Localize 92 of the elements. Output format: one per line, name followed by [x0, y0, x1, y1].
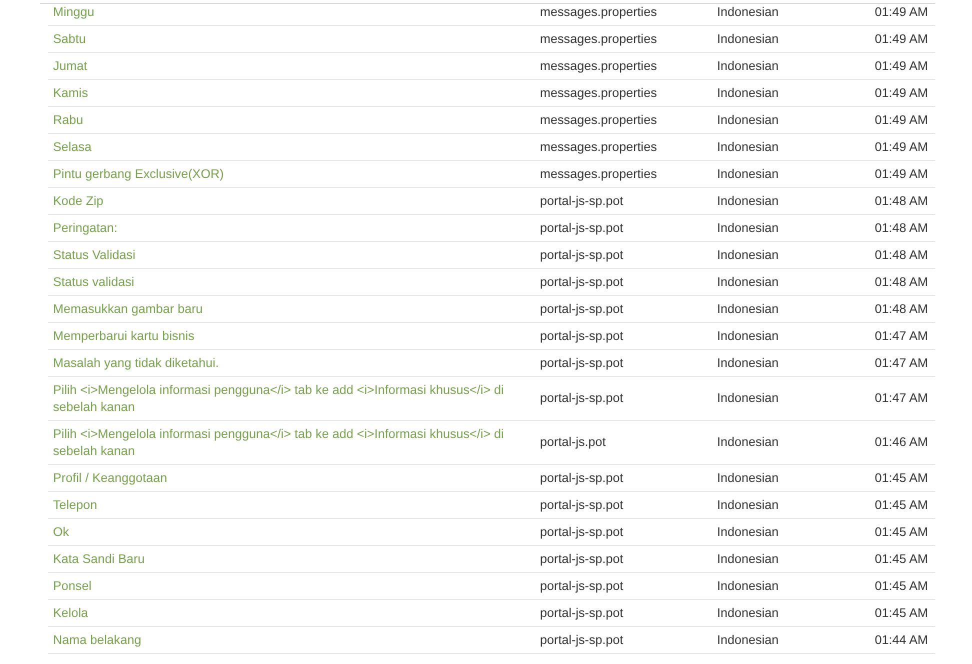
language-name: Indonesian — [716, 4, 780, 20]
string-link[interactable]: Status validasi — [48, 269, 535, 295]
file-name: portal-js-sp.pot — [539, 390, 624, 407]
time-label: 01:45 AM — [874, 470, 929, 486]
language-name: Indonesian — [716, 632, 780, 648]
string-link[interactable]: Kode Zip — [48, 188, 535, 214]
file-name: portal-js-sp.pot — [539, 274, 624, 291]
file-name: portal-js-sp.pot — [539, 246, 624, 264]
time-label: 01:49 AM — [874, 58, 929, 74]
language-name: Indonesian — [716, 390, 780, 407]
file-name: messages.properties — [539, 4, 658, 21]
language-name: Indonesian — [716, 112, 780, 128]
time-label: 01:49 AM — [874, 4, 929, 20]
time-label: 01:48 AM — [874, 192, 929, 210]
language-name: Indonesian — [716, 354, 780, 372]
file-name: messages.properties — [539, 138, 658, 156]
file-name: messages.properties — [539, 84, 658, 102]
string-link[interactable]: Profil / Keanggotaan — [48, 465, 535, 491]
file-name: portal-js-sp.pot — [539, 524, 624, 541]
string-link[interactable]: Rabu — [48, 107, 535, 133]
language-name: Indonesian — [716, 246, 780, 264]
string-link[interactable]: Pilih <i>Mengelola informasi pengguna</i> tab ke add <i>Informasi khusus</i> di sebelah kanan — [48, 421, 535, 464]
string-link[interactable]: Ponsel — [48, 573, 535, 599]
file-name: portal-js-sp.pot — [539, 578, 624, 595]
string-link[interactable]: Memperbarui kartu bisnis — [48, 323, 535, 349]
language-name: Indonesian — [716, 84, 780, 102]
language-name: Indonesian — [716, 274, 780, 290]
language-name: Indonesian — [716, 604, 780, 622]
string-link[interactable]: Jumat — [48, 53, 535, 79]
file-name: portal-js-sp.pot — [539, 604, 624, 622]
string-link[interactable]: Status Validasi — [48, 242, 535, 268]
file-name: portal-js-sp.pot — [539, 550, 624, 568]
time-label: 01:45 AM — [874, 578, 929, 594]
language-name: Indonesian — [716, 138, 780, 156]
string-link[interactable]: Minggu — [48, 0, 535, 25]
language-name: Indonesian — [716, 328, 780, 344]
time-label: 01:45 AM — [874, 604, 929, 622]
time-label: 01:48 AM — [874, 220, 929, 236]
time-label: 01:45 AM — [874, 524, 929, 540]
time-label: 01:48 AM — [874, 274, 929, 290]
language-name: Indonesian — [716, 524, 780, 540]
string-link[interactable]: Nama belakang — [48, 627, 535, 653]
string-link[interactable]: Kata Sandi Baru — [48, 546, 535, 572]
time-label: 01:48 AM — [874, 246, 929, 264]
time-label: 01:49 AM — [874, 138, 929, 156]
language-name: Indonesian — [716, 578, 780, 594]
language-name: Indonesian — [716, 550, 780, 568]
time-label: 01:49 AM — [874, 84, 929, 102]
string-link[interactable]: Memasukkan gambar baru — [48, 296, 535, 322]
string-link[interactable]: Pintu gerbang Exclusive(XOR) — [48, 161, 535, 187]
string-link[interactable]: Kelola — [48, 600, 535, 626]
language-name: Indonesian — [716, 30, 780, 48]
file-name: messages.properties — [539, 112, 658, 129]
string-link[interactable]: Ok — [48, 519, 535, 545]
time-label: 01:47 AM — [874, 354, 929, 372]
file-name: messages.properties — [539, 58, 658, 75]
language-name: Indonesian — [716, 496, 780, 514]
time-label: 01:49 AM — [874, 166, 929, 182]
file-name: portal-js-sp.pot — [539, 632, 624, 649]
file-name: messages.properties — [539, 166, 658, 183]
language-name: Indonesian — [716, 300, 780, 318]
time-label: 01:46 AM — [874, 434, 929, 451]
time-label: 01:47 AM — [874, 328, 929, 344]
time-label: 01:45 AM — [874, 550, 929, 568]
string-link[interactable]: Selasa — [48, 134, 535, 160]
time-label: 01:49 AM — [874, 30, 929, 48]
string-link[interactable]: Sabtu — [48, 26, 535, 52]
language-name: Indonesian — [716, 220, 780, 236]
language-name: Indonesian — [716, 434, 780, 451]
time-label: 01:47 AM — [874, 390, 929, 407]
file-name: portal-js-sp.pot — [539, 300, 624, 318]
file-name: messages.properties — [539, 30, 658, 48]
string-link[interactable]: Pilih <i>Mengelola informasi pengguna</i> tab ke add <i>Informasi khusus</i> di sebelah kanan — [48, 377, 535, 420]
string-link[interactable]: Peringatan: — [48, 215, 535, 241]
string-link[interactable]: Telepon — [48, 492, 535, 518]
file-name: portal-js-sp.pot — [539, 470, 624, 487]
file-name: portal-js-sp.pot — [539, 354, 624, 372]
language-name: Indonesian — [716, 166, 780, 182]
file-name: portal-js-sp.pot — [539, 220, 624, 237]
string-link[interactable]: Kamis — [48, 80, 535, 106]
string-link[interactable]: Masalah yang tidak diketahui. — [48, 350, 535, 376]
time-label: 01:45 AM — [874, 496, 929, 514]
file-name: portal-js-sp.pot — [539, 496, 624, 514]
file-name: portal-js-sp.pot — [539, 328, 624, 345]
language-name: Indonesian — [716, 192, 780, 210]
language-name: Indonesian — [716, 470, 780, 486]
time-label: 01:49 AM — [874, 112, 929, 128]
time-label: 01:48 AM — [874, 300, 929, 318]
file-name: portal-js.pot — [539, 434, 607, 451]
language-name: Indonesian — [716, 58, 780, 74]
file-name: portal-js-sp.pot — [539, 192, 624, 210]
time-label: 01:44 AM — [874, 632, 929, 648]
